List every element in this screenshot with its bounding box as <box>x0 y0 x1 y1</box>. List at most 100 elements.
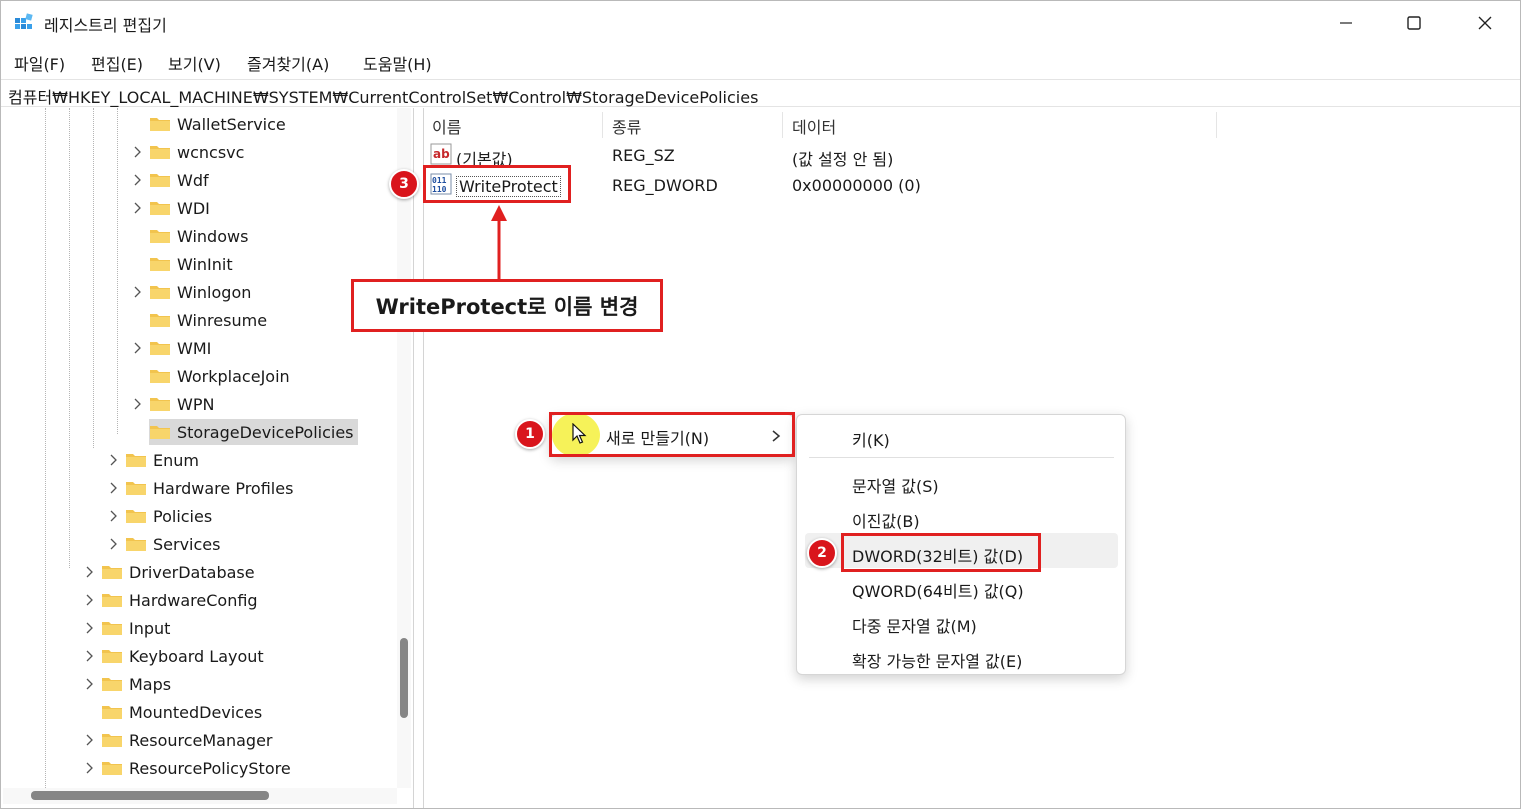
menu-bar: 파일(F) 편집(E) 보기(V) 즐겨찾기(A) 도움말(H) <box>1 47 1520 75</box>
chevron-right-icon[interactable] <box>109 538 119 550</box>
column-divider[interactable] <box>1216 112 1217 138</box>
chevron-right-icon[interactable] <box>85 678 95 690</box>
close-icon <box>1478 16 1492 30</box>
chevron-right-icon[interactable] <box>109 510 119 522</box>
tree-node-label: MountedDevices <box>129 702 263 722</box>
string-value-icon: ab <box>430 143 452 165</box>
tree-guide-line <box>117 108 118 434</box>
title-bar: 레지스트리 편집기 <box>1 1 1520 45</box>
svg-text:ab: ab <box>433 147 450 161</box>
tree-node[interactable]: WinInit <box>149 251 233 277</box>
chevron-right-icon[interactable] <box>85 622 95 634</box>
column-header-type[interactable]: 종류 <box>612 114 641 138</box>
tree-node[interactable]: Services <box>125 531 220 557</box>
tree-node[interactable]: Winresume <box>149 307 267 333</box>
maximize-button[interactable] <box>1379 1 1449 45</box>
chevron-right-icon[interactable] <box>109 454 119 466</box>
annotation-box-dword <box>841 533 1041 572</box>
tree-node[interactable]: DriverDatabase <box>101 559 255 585</box>
chevron-right-icon[interactable] <box>133 202 143 214</box>
folder-icon <box>102 650 122 663</box>
tree-node[interactable]: wcncsvc <box>149 139 244 165</box>
tree-node[interactable]: MountedDevices <box>101 699 262 725</box>
registry-editor-window: 레지스트리 편집기 파일(F) 편집(E) 보기(V) 즐겨찾기(A) 도움말(… <box>0 0 1521 809</box>
tree-node-label: DriverDatabase <box>129 562 255 582</box>
chevron-right-icon[interactable] <box>85 734 95 746</box>
tree-node[interactable]: Input <box>101 615 170 641</box>
tree-node-label: Services <box>153 534 221 554</box>
registry-editor-icon <box>15 13 33 29</box>
tree-node[interactable]: Keyboard Layout <box>101 643 264 669</box>
tree-node[interactable]: StorageDevicePolicies <box>149 419 358 445</box>
chevron-right-icon[interactable] <box>85 566 95 578</box>
tree-vertical-scroll-thumb[interactable] <box>400 638 408 718</box>
chevron-right-icon[interactable] <box>133 398 143 410</box>
column-divider[interactable] <box>602 112 603 138</box>
menu-edit[interactable]: 편집(E) <box>91 51 143 75</box>
tree-node[interactable]: HardwareConfig <box>101 587 258 613</box>
folder-icon <box>150 426 170 439</box>
tree-node[interactable]: Wdf <box>149 167 209 193</box>
chevron-right-icon[interactable] <box>85 762 95 774</box>
menu-favorites[interactable]: 즐겨찾기(A) <box>247 51 329 75</box>
tree-node[interactable]: ResourceManager <box>101 727 273 753</box>
chevron-right-icon[interactable] <box>109 482 119 494</box>
tree-node-label: StorageDevicePolicies <box>177 422 354 442</box>
tree-node[interactable]: WMI <box>149 335 211 361</box>
folder-icon <box>102 594 122 607</box>
tree-node[interactable]: Windows <box>149 223 248 249</box>
tree-node[interactable]: WorkplaceJoin <box>149 363 290 389</box>
tree-node-label: Windows <box>177 226 249 246</box>
menu-item-key[interactable]: 키(K) <box>852 427 890 451</box>
tree-node[interactable]: Hardware Profiles <box>125 475 293 501</box>
chevron-right-icon[interactable] <box>85 594 95 606</box>
menu-item-multi-string-value[interactable]: 다중 문자열 값(M) <box>852 613 977 637</box>
tree-node[interactable]: Enum <box>125 447 199 473</box>
tree-node[interactable]: WalletService <box>149 111 286 137</box>
address-bar[interactable]: 컴퓨터₩HKEY_LOCAL_MACHINE₩SYSTEM₩CurrentCon… <box>1 79 1520 107</box>
window-title: 레지스트리 편집기 <box>44 16 167 35</box>
tree-node[interactable]: WPN <box>149 391 214 417</box>
tree-node-label: WinInit <box>177 254 233 274</box>
tree-node[interactable]: WDI <box>149 195 210 221</box>
value-data: (값 설정 안 됨) <box>792 150 894 169</box>
column-header-data[interactable]: 데이터 <box>792 114 836 138</box>
tree-horizontal-scroll-thumb[interactable] <box>31 791 269 800</box>
tree-guide-line <box>93 108 94 448</box>
column-header-name[interactable]: 이름 <box>432 114 461 138</box>
chevron-right-icon[interactable] <box>133 146 143 158</box>
tree-node[interactable]: Policies <box>125 503 212 529</box>
menu-view[interactable]: 보기(V) <box>168 51 221 75</box>
chevron-right-icon[interactable] <box>133 286 143 298</box>
folder-icon <box>102 566 122 579</box>
menu-help[interactable]: 도움말(H) <box>363 51 432 75</box>
minimize-button[interactable] <box>1311 1 1381 45</box>
tree-vertical-scrollbar[interactable] <box>397 108 411 788</box>
folder-icon <box>150 258 170 271</box>
tree-node[interactable]: Winlogon <box>149 279 251 305</box>
close-button[interactable] <box>1450 1 1520 45</box>
chevron-right-icon[interactable] <box>133 174 143 186</box>
tree-node[interactable]: Maps <box>101 671 171 697</box>
column-divider[interactable] <box>782 112 783 138</box>
folder-icon <box>102 622 122 635</box>
menu-item-binary-value[interactable]: 이진값(B) <box>852 508 920 532</box>
annotation-box-writeprotect <box>423 165 571 203</box>
tree-guide-line <box>69 108 70 568</box>
tree-node-label: WorkplaceJoin <box>177 366 290 386</box>
menu-file[interactable]: 파일(F) <box>14 51 65 75</box>
menu-item-qword-value[interactable]: QWORD(64비트) 값(Q) <box>852 578 1024 602</box>
menu-item-expandable-string-value[interactable]: 확장 가능한 문자열 값(E) <box>852 648 1022 672</box>
tree-horizontal-scrollbar[interactable] <box>3 788 397 804</box>
menu-item-string-value[interactable]: 문자열 값(S) <box>852 473 939 497</box>
chevron-right-icon[interactable] <box>85 650 95 662</box>
folder-icon <box>150 314 170 327</box>
tree-node-label: Input <box>129 618 171 638</box>
tree-node[interactable]: ResourcePolicyStore <box>101 755 291 781</box>
folder-icon <box>102 678 122 691</box>
minimize-icon <box>1340 22 1352 24</box>
chevron-right-icon[interactable] <box>133 342 143 354</box>
folder-icon <box>102 706 122 719</box>
folder-icon <box>102 734 122 747</box>
tree-node-label: ResourcePolicyStore <box>129 758 291 778</box>
